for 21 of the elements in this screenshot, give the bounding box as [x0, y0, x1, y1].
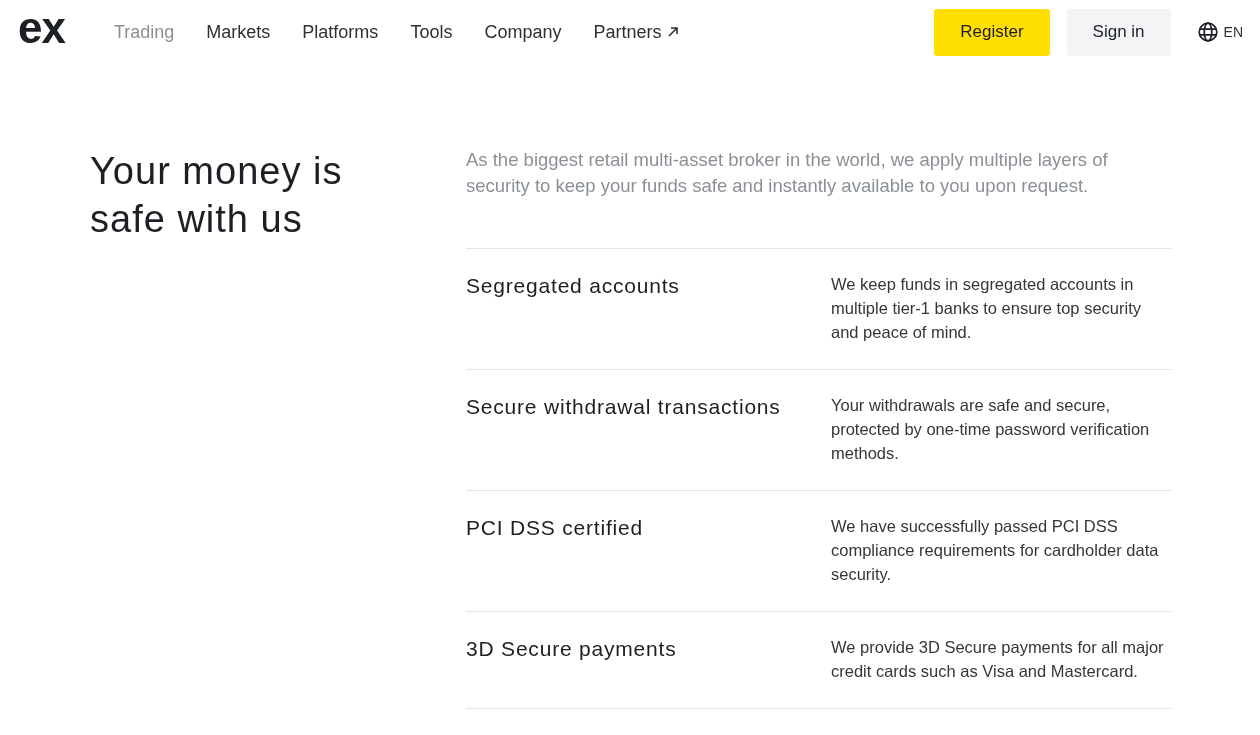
sign-in-button[interactable]: Sign in: [1066, 8, 1171, 56]
feature-description: We keep funds in segregated accounts in multiple tier-1 banks to ensure top security and peace of mind.: [831, 274, 1142, 343]
logo[interactable]: ex: [18, 6, 65, 50]
language-selector[interactable]: EN: [1223, 24, 1243, 40]
nav-link[interactable]: Partners: [593, 21, 679, 43]
nav-link[interactable]: Company: [484, 21, 562, 43]
feature-description: Your withdrawals are safe and secure, protected by one-time password verification methods.: [831, 395, 1151, 464]
feature-description: We provide 3D Secure payments for all major credit cards such as Visa and Mastercard.: [831, 637, 1165, 682]
feature-title: Secure withdrawal transactions: [466, 394, 782, 420]
nav-link[interactable]: Tools: [410, 21, 453, 43]
register-button[interactable]: Register: [934, 8, 1050, 56]
nav-link[interactable]: Platforms: [302, 21, 379, 43]
external-arrow-icon: [668, 27, 679, 37]
intro-paragraph: As the biggest retail multi-asset broker in the world, we apply multiple layers of security to keep your funds safe and instantly available to you upon request.: [466, 148, 1109, 198]
nav-link[interactable]: Markets: [206, 21, 271, 43]
feature-title: 3D Secure payments: [466, 636, 678, 662]
feature-title: Segregated accounts: [466, 273, 681, 299]
globe-icon[interactable]: [1197, 22, 1218, 42]
feature-description: We have successfully passed PCI DSS compliance requirements for cardholder data security.: [831, 516, 1160, 585]
feature-title: PCI DSS certified: [466, 515, 644, 541]
section-heading: Your money is safe with us: [90, 149, 344, 242]
